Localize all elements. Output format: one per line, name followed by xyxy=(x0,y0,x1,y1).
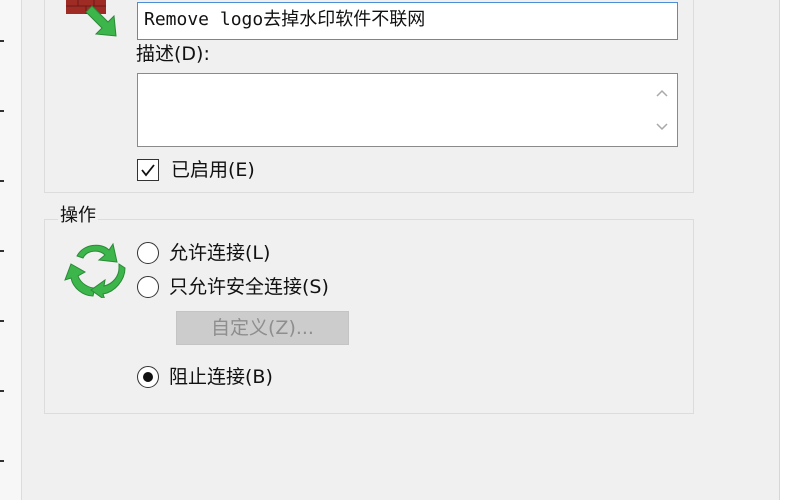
customize-button[interactable]: 自定义(Z)... xyxy=(176,311,349,345)
rule-name-input[interactable]: Remove logo去掉水印软件不联网 xyxy=(137,2,678,40)
block-connection-radio[interactable] xyxy=(137,366,159,388)
radio-selected-dot xyxy=(143,372,153,382)
allow-secure-connection-label: 只允许安全连接(S) xyxy=(169,276,329,298)
description-scrollbar[interactable] xyxy=(647,74,677,146)
action-group-label: 操作 xyxy=(58,205,98,227)
description-textarea[interactable] xyxy=(137,73,678,147)
enabled-checkbox[interactable] xyxy=(137,159,159,181)
background-window-edge-right xyxy=(779,0,800,500)
scroll-down-icon[interactable] xyxy=(655,120,669,134)
green-sync-arrows-icon xyxy=(63,238,127,302)
check-icon xyxy=(141,164,155,177)
block-connection-label: 阻止连接(B) xyxy=(169,366,273,388)
description-label: 描述(D): xyxy=(136,43,210,65)
enabled-label: 已启用(E) xyxy=(171,159,255,181)
scroll-up-icon[interactable] xyxy=(655,86,669,100)
firewall-brick-arrow-icon xyxy=(62,0,128,40)
allow-secure-connection-radio[interactable] xyxy=(137,276,159,298)
allow-connection-radio[interactable] xyxy=(137,242,159,264)
allow-connection-label: 允许连接(L) xyxy=(169,242,271,264)
background-window-edge xyxy=(0,0,22,500)
